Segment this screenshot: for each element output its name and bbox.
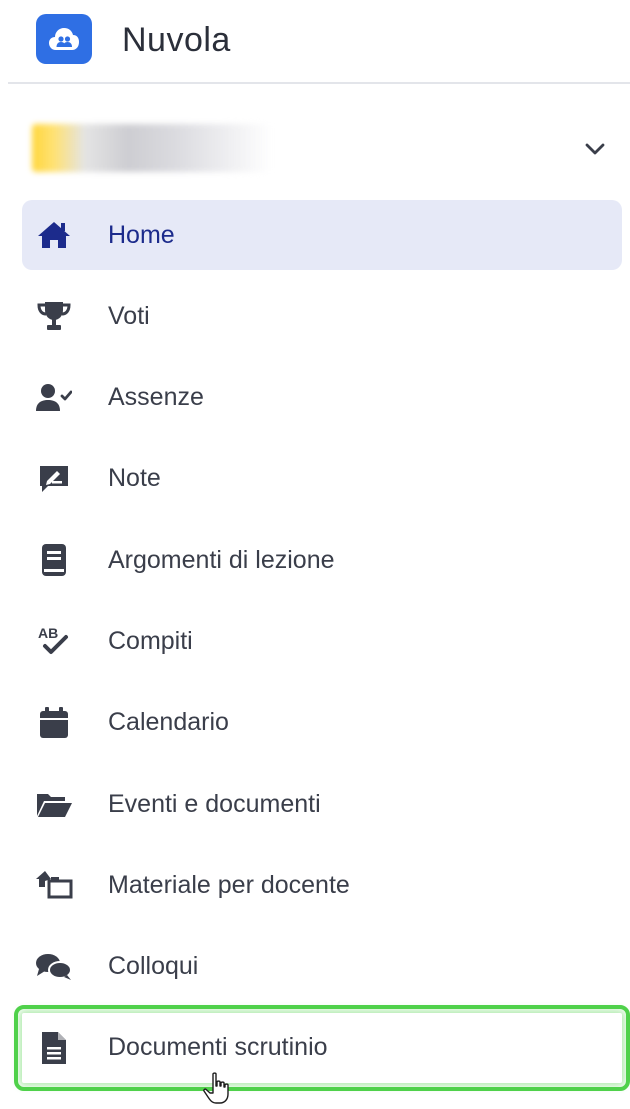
home-icon bbox=[34, 215, 74, 255]
app-header: Nuvola bbox=[0, 0, 630, 84]
sidebar-item-voti[interactable]: Voti bbox=[22, 281, 622, 351]
cloud-people-icon[interactable] bbox=[36, 14, 92, 64]
sidebar-item-compiti[interactable]: AB Compiti bbox=[22, 606, 622, 676]
svg-text:AB: AB bbox=[38, 625, 58, 641]
hand-pointer-cursor-icon bbox=[203, 1072, 233, 1104]
book-icon bbox=[34, 540, 74, 580]
sidebar-item-label: Voti bbox=[108, 301, 150, 330]
note-icon bbox=[34, 459, 74, 499]
calendar-icon bbox=[34, 703, 74, 743]
sidebar-nav: Home Voti Assenze Note Argomenti di lezi… bbox=[14, 200, 630, 1094]
sidebar-item-eventi-e-documenti[interactable]: Eventi e documenti bbox=[22, 769, 622, 839]
sidebar-item-documenti-scrutinio[interactable]: Documenti scrutinio bbox=[14, 1004, 630, 1091]
sidebar-item-materiale-per-docente[interactable]: Materiale per docente bbox=[22, 850, 622, 920]
blurred-user-name bbox=[32, 124, 272, 172]
chat-icon bbox=[34, 947, 74, 987]
spellcheck-icon: AB bbox=[34, 621, 74, 661]
chevron-down-icon[interactable] bbox=[582, 136, 608, 162]
sidebar-item-label: Documenti scrutinio bbox=[108, 1033, 328, 1062]
app-title: Nuvola bbox=[122, 21, 231, 59]
sidebar-item-colloqui[interactable]: Colloqui bbox=[22, 932, 622, 1002]
sidebar-item-calendario[interactable]: Calendario bbox=[22, 688, 622, 758]
sidebar-item-label: Home bbox=[108, 220, 175, 249]
sidebar-item-label: Eventi e documenti bbox=[108, 789, 321, 818]
document-icon bbox=[34, 1028, 74, 1068]
sidebar-item-home[interactable]: Home bbox=[22, 200, 622, 270]
sidebar-item-label: Materiale per docente bbox=[108, 870, 350, 899]
sidebar-item-note[interactable]: Note bbox=[22, 444, 622, 514]
user-check-icon bbox=[34, 378, 74, 418]
sidebar-item-argomenti-di-lezione[interactable]: Argomenti di lezione bbox=[22, 525, 622, 595]
sidebar-item-label: Assenze bbox=[108, 383, 204, 412]
material-icon bbox=[34, 865, 74, 905]
sidebar-item-label: Note bbox=[108, 464, 161, 493]
header-divider bbox=[8, 82, 630, 84]
sidebar-item-assenze[interactable]: Assenze bbox=[22, 363, 622, 433]
sidebar-item-label: Colloqui bbox=[108, 952, 199, 981]
user-selector[interactable] bbox=[22, 118, 622, 180]
sidebar-item-label: Calendario bbox=[108, 708, 229, 737]
sidebar-item-label: Argomenti di lezione bbox=[108, 545, 335, 574]
trophy-icon bbox=[34, 296, 74, 336]
sidebar-item-label: Compiti bbox=[108, 626, 193, 655]
folder-open-icon bbox=[34, 784, 74, 824]
